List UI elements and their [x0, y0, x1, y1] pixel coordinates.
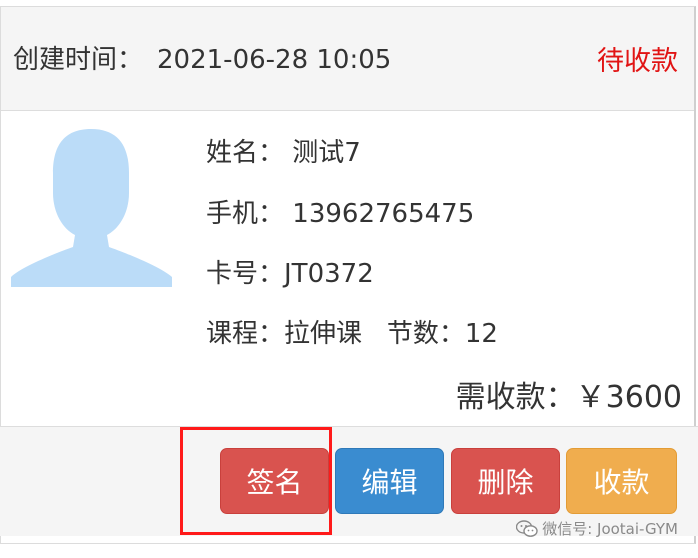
card-number-row: 卡号：JT0372 — [206, 253, 374, 290]
card-number-label: 卡号： — [206, 259, 285, 289]
amount-due: 需收款：￥3600 — [456, 372, 682, 416]
phone-value: 13962765475 — [292, 199, 475, 229]
wechat-icon — [516, 519, 538, 537]
status-badge: 待收款 — [597, 46, 678, 77]
delete-button[interactable]: 删除 — [451, 448, 560, 514]
card-number-value: JT0372 — [284, 259, 374, 289]
edit-button[interactable]: 编辑 — [335, 448, 444, 514]
name-row: 姓名： 测试7 — [206, 132, 361, 169]
phone-row: 手机： 13962765475 — [206, 193, 474, 230]
watermark-text: 微信号: Jootai-GYM — [542, 520, 678, 538]
sessions-value: 12 — [464, 319, 498, 349]
user-silhouette-icon — [11, 129, 172, 287]
name-value: 测试7 — [292, 138, 361, 168]
phone-label: 手机： — [206, 199, 285, 229]
created-time: 创建时间： 2021-06-28 10:05 — [13, 39, 391, 76]
created-label: 创建时间： — [13, 45, 144, 75]
name-label: 姓名： — [206, 138, 285, 168]
watermark: 微信号: Jootai-GYM — [516, 518, 678, 539]
course-label: 课程： — [206, 319, 285, 349]
course-value: 拉伸课 — [284, 319, 363, 349]
highlight-annotation — [180, 427, 332, 535]
card-header: 创建时间： 2021-06-28 10:05 待收款 — [1, 7, 694, 111]
created-value: 2021-06-28 10:05 — [157, 45, 392, 75]
amount-value: ￥3600 — [575, 380, 682, 415]
amount-label: 需收款： — [455, 380, 576, 415]
sessions-label: 节数： — [386, 319, 465, 349]
course-row: 课程：拉伸课 节数：12 — [206, 313, 498, 350]
collect-payment-button[interactable]: 收款 — [566, 448, 677, 514]
